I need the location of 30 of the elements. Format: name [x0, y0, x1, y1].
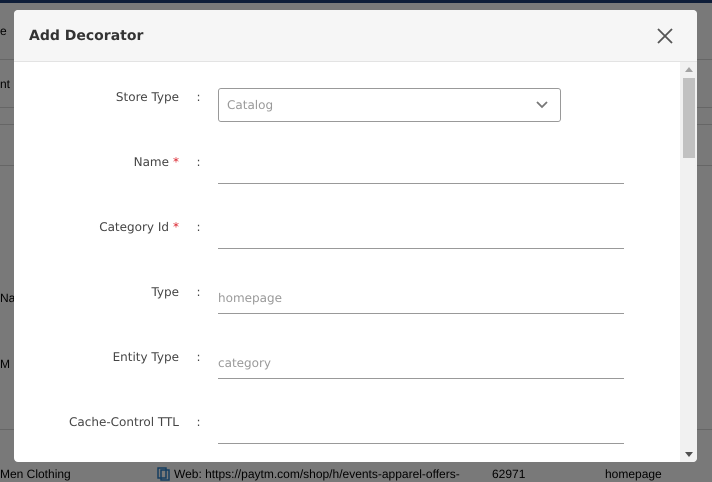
scrollbar[interactable] [680, 62, 697, 462]
dialog-title: Add Decorator [29, 28, 144, 44]
colon: : [195, 414, 202, 429]
scrollbar-thumb[interactable] [682, 78, 694, 158]
colon: : [195, 89, 202, 104]
field-label: Store Type [116, 90, 179, 104]
field-label: Category Id [99, 220, 169, 234]
colon: : [195, 349, 202, 364]
table-cell: homepage [605, 467, 662, 481]
colon: : [195, 154, 202, 169]
store-type-select[interactable]: Catalog [218, 88, 561, 122]
page-subtitle: nt [0, 76, 10, 90]
table-cell: M [0, 357, 10, 371]
table-cell: Web: https://paytm.com/shop/h/events-apparel-offers- [174, 467, 460, 481]
close-button[interactable] [655, 26, 675, 46]
copy-icon[interactable] [157, 467, 170, 481]
colon: : [195, 219, 202, 234]
table-cell: Men Clothing [0, 467, 71, 481]
field-label: Type [151, 285, 179, 299]
colon: : [195, 284, 202, 299]
table-cell: 62971 [492, 467, 526, 481]
scroll-up-icon[interactable] [684, 67, 692, 72]
page-title: e [0, 24, 7, 38]
required-mark: * [173, 220, 179, 234]
chevron-icon [536, 101, 548, 109]
field-label: Cache-Control TTL [69, 415, 179, 429]
required-mark: * [173, 155, 179, 169]
scroll-down-icon[interactable] [684, 452, 692, 457]
field-label: Entity Type [112, 350, 179, 364]
field-label: Name [134, 155, 169, 169]
